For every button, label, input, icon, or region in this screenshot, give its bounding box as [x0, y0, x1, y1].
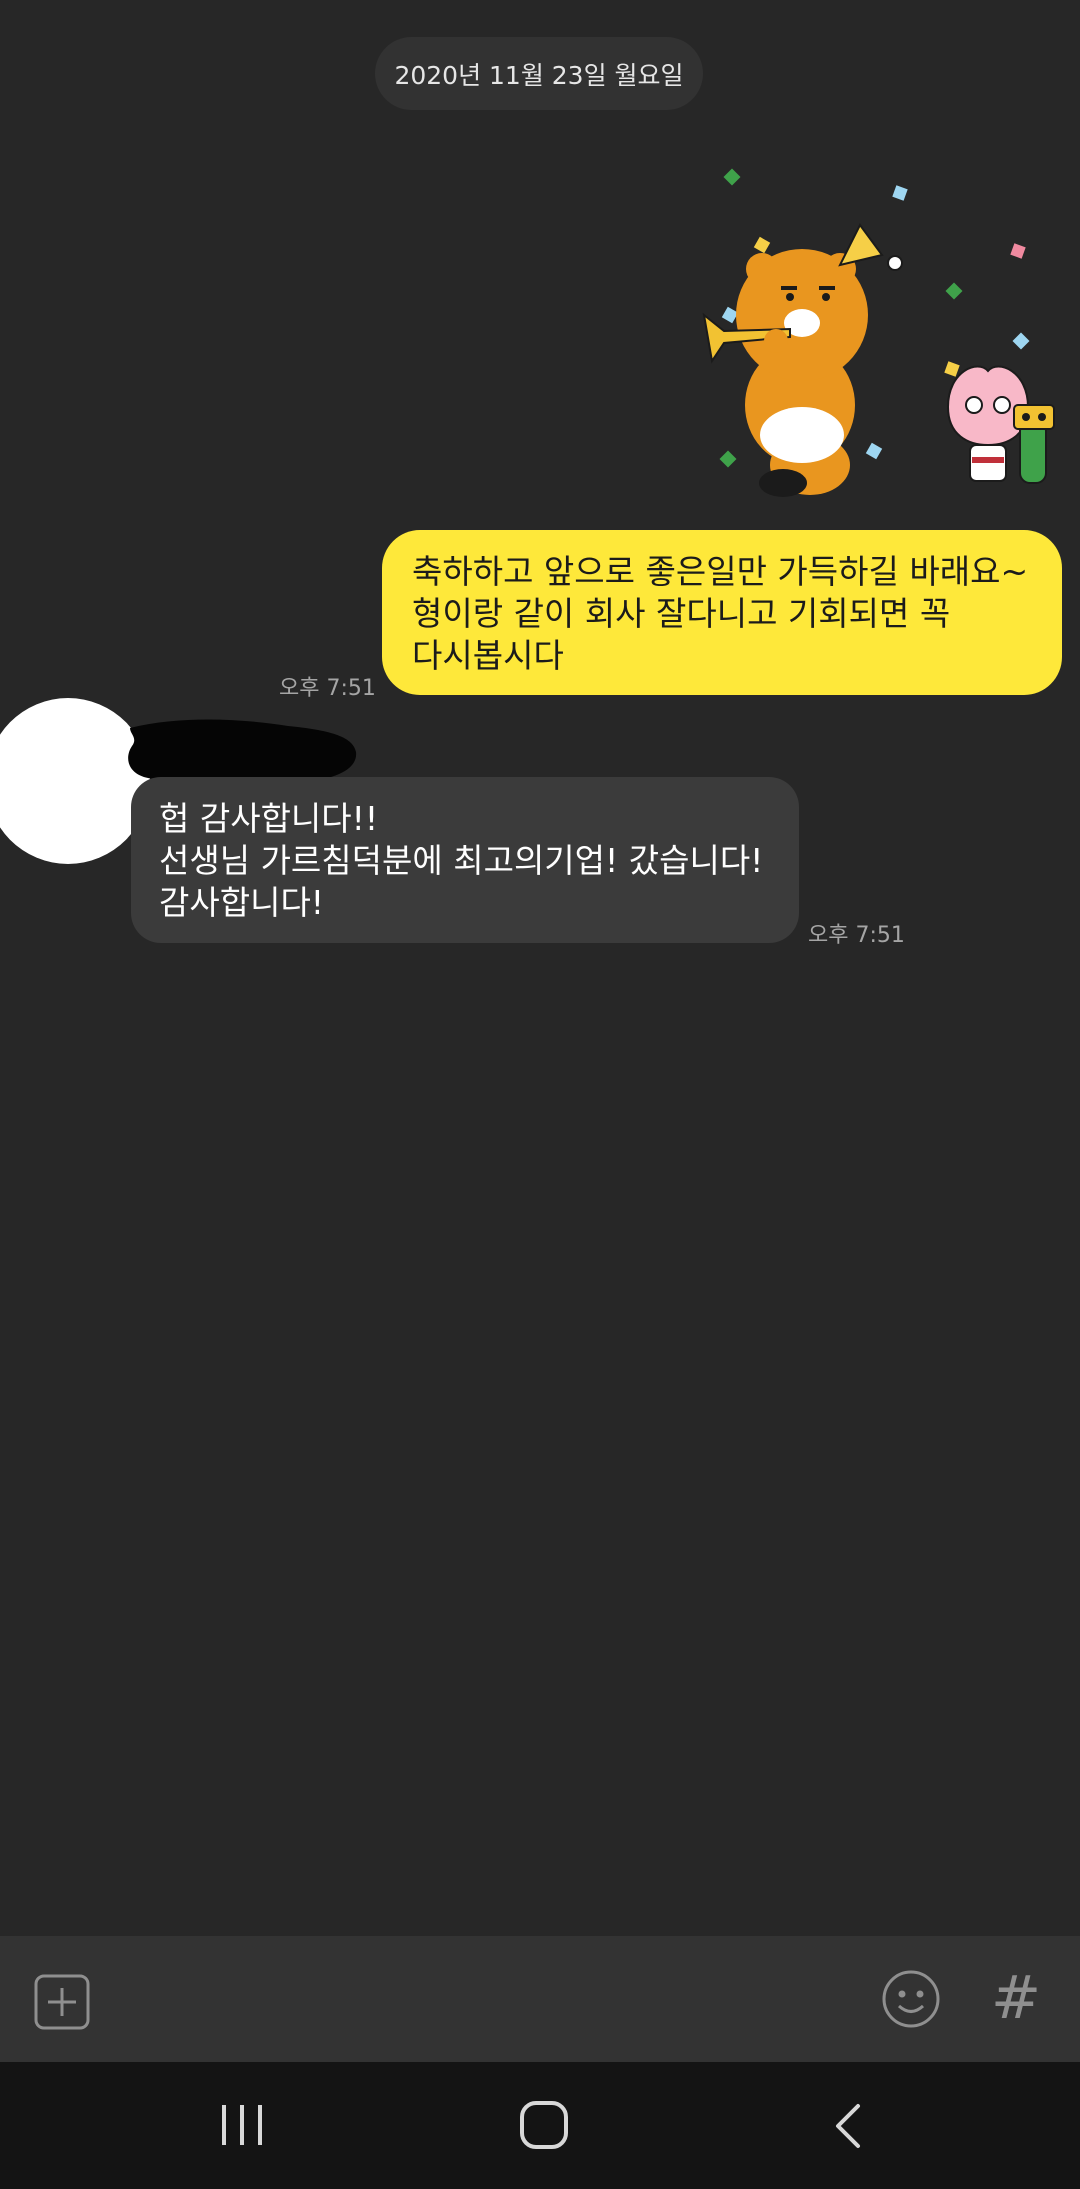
ryan-diaper	[760, 407, 844, 463]
confetti	[865, 442, 883, 460]
ryan-trumpet-sticker[interactable]	[690, 165, 1060, 505]
confetti	[719, 450, 737, 468]
party-hat	[838, 223, 884, 267]
confetti	[1012, 332, 1030, 350]
muzi	[1019, 420, 1047, 484]
confetti	[753, 236, 771, 254]
confetti	[944, 361, 960, 377]
incoming-message-bubble[interactable]: 헙 감사합니다!! 선생님 가르침덕분에 최고의기업! 갔습니다! 감사합니다!	[131, 777, 799, 943]
emoticon-icon[interactable]	[881, 1969, 941, 2029]
confetti	[721, 306, 739, 324]
date-divider-text: 2020년 11월 23일 월요일	[394, 60, 684, 90]
outgoing-message-time: 오후 7:51	[279, 676, 376, 701]
system-navigation-bar	[0, 2062, 1080, 2189]
chat-input-bar: #	[0, 1936, 1080, 2062]
recent-apps-icon[interactable]	[212, 2097, 272, 2153]
confetti	[945, 282, 963, 300]
date-divider: 2020년 11월 23일 월요일	[375, 37, 703, 110]
back-icon[interactable]	[820, 2096, 880, 2156]
confetti	[1010, 243, 1026, 259]
confetti	[892, 185, 908, 201]
incoming-message-time: 오후 7:51	[808, 923, 905, 948]
hashtag-icon[interactable]: #	[990, 1958, 1042, 2038]
home-icon[interactable]	[516, 2095, 572, 2155]
plus-square-icon[interactable]	[34, 1974, 90, 2030]
outgoing-message-bubble[interactable]: 축하하고 앞으로 좋은일만 가득하길 바래요~ 형이랑 같이 회사 잘다니고 기…	[382, 530, 1062, 695]
confetti	[723, 168, 741, 186]
